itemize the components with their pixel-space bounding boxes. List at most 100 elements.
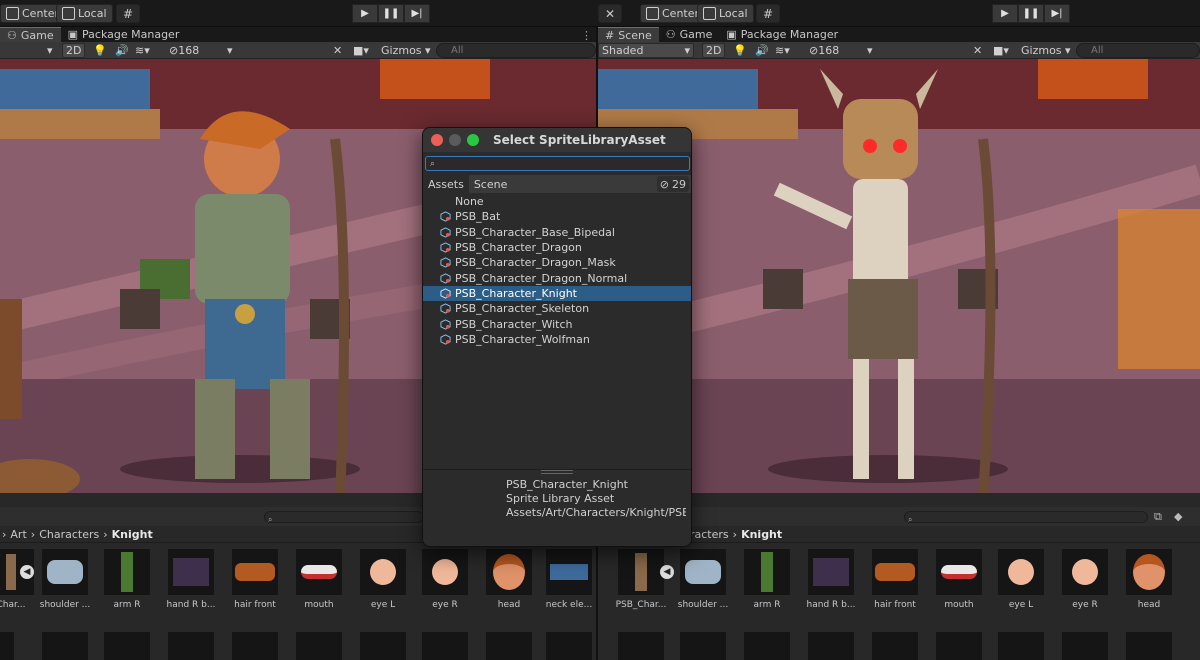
asset-tile[interactable]: arm R <box>738 549 796 610</box>
asset-tile[interactable]: mouth <box>290 549 348 610</box>
project-search-input-right[interactable]: ⌕ <box>904 511 1148 524</box>
collapse-arrow-icon[interactable]: ◀ <box>660 565 674 579</box>
list-item[interactable]: PSB_Character_Skeleton <box>423 301 691 316</box>
scene-search-input[interactable]: All <box>436 43 596 58</box>
lighting-icon[interactable]: 💡 <box>730 43 750 58</box>
grid-snap-icon-right[interactable]: # <box>756 4 780 23</box>
hidden-layers-toggle[interactable]: ⊘ 168 <box>166 43 202 58</box>
asset-thumbnail[interactable] <box>618 632 664 660</box>
project-search-input[interactable]: ⌕ <box>264 511 424 524</box>
asset-tile[interactable]: eye L <box>354 549 412 610</box>
asset-tile[interactable]: hair front <box>226 549 284 610</box>
lighting-icon[interactable]: 💡 <box>90 43 110 58</box>
asset-thumbnail[interactable] <box>998 632 1044 660</box>
asset-tile[interactable]: eye R <box>416 549 474 610</box>
asset-thumbnail[interactable] <box>808 632 854 660</box>
filter-icon[interactable]: ⧉ <box>1154 510 1162 524</box>
gizmos-dropdown[interactable]: Gizmos ▾ <box>378 43 434 58</box>
play-button[interactable]: ▶ <box>352 4 378 23</box>
asset-thumbnail[interactable] <box>936 632 982 660</box>
pause-button[interactable]: ❚❚ <box>378 4 404 23</box>
list-item[interactable]: PSB_Character_Witch <box>423 316 691 331</box>
breadcrumb-characters[interactable]: Characters <box>39 528 99 541</box>
resize-handle[interactable] <box>541 470 573 474</box>
asset-thumbnail[interactable] <box>296 632 342 660</box>
hidden-layers-toggle-right[interactable]: ⊘ 168 <box>806 43 842 58</box>
list-item[interactable]: PSB_Character_Base_Bipedal <box>423 225 691 240</box>
tab-package-manager[interactable]: ▣ Package Manager <box>61 27 187 42</box>
asset-tile[interactable]: hand R b... <box>162 549 220 610</box>
asset-thumbnail[interactable] <box>0 632 14 660</box>
pause-button-right[interactable]: ❚❚ <box>1018 4 1044 23</box>
grid-snap-icon[interactable]: # <box>116 4 140 23</box>
tools-icon[interactable]: ✕ <box>598 4 622 23</box>
asset-thumbnail[interactable] <box>232 632 278 660</box>
list-item[interactable]: PSB_Character_Dragon_Normal <box>423 270 691 285</box>
layers-dropdown[interactable]: ▾ <box>224 43 236 58</box>
tab-game[interactable]: ⚇ Game <box>0 27 61 42</box>
asset-thumbnail[interactable] <box>486 632 532 660</box>
list-item[interactable]: PSB_Bat <box>423 209 691 224</box>
list-item-selected[interactable]: PSB_Character_Knight <box>423 285 691 302</box>
asset-tile[interactable]: eye R <box>1056 549 1114 610</box>
2d-toggle[interactable]: 2D <box>62 43 86 58</box>
asset-tile[interactable]: hand R b... <box>802 549 860 610</box>
asset-thumbnail[interactable] <box>42 632 88 660</box>
asset-tile[interactable]: shoulder ... <box>36 549 94 610</box>
step-button-right[interactable]: ▶| <box>1044 4 1070 23</box>
asset-thumbnail[interactable] <box>546 632 592 660</box>
breadcrumb-art[interactable]: Art <box>10 528 26 541</box>
dropdown-arrow-icon[interactable]: ▾ <box>44 43 56 58</box>
asset-thumbnail[interactable] <box>422 632 468 660</box>
breadcrumb-knight[interactable]: Knight <box>112 528 153 541</box>
asset-tile[interactable]: arm R <box>98 549 156 610</box>
close-window-icon[interactable] <box>431 134 443 146</box>
asset-thumbnail[interactable] <box>360 632 406 660</box>
asset-thumbnail[interactable] <box>168 632 214 660</box>
hidden-count-toggle[interactable]: ⊘ 29 <box>656 176 689 192</box>
effects-icon[interactable]: ≋▾ <box>772 43 793 58</box>
tab-package-manager-right[interactable]: ▣ Package Manager <box>719 27 845 42</box>
tools-icon[interactable]: ✕ <box>970 43 985 58</box>
list-item-none[interactable]: None <box>423 194 691 209</box>
2d-toggle-right[interactable]: 2D <box>702 43 726 58</box>
minimize-window-icon[interactable] <box>449 134 461 146</box>
asset-tile[interactable]: hair front <box>866 549 924 610</box>
asset-tile[interactable]: shoulder ... <box>674 549 732 610</box>
audio-icon[interactable]: 🔊 <box>112 43 132 58</box>
asset-thumbnail[interactable] <box>744 632 790 660</box>
tab-assets[interactable]: Assets <box>423 175 469 193</box>
scene-search-input-right[interactable]: All <box>1076 43 1200 58</box>
asset-tile[interactable]: neck ele... <box>540 549 598 610</box>
gizmos-dropdown-right[interactable]: Gizmos ▾ <box>1018 43 1074 58</box>
pivot-local-button[interactable]: Local <box>56 4 113 23</box>
camera-icon[interactable]: ■▾ <box>350 43 372 58</box>
play-button-right[interactable]: ▶ <box>992 4 1018 23</box>
asset-thumbnail[interactable] <box>872 632 918 660</box>
tools-icon[interactable]: ✕ <box>330 43 345 58</box>
layers-dropdown-right[interactable]: ▾ <box>864 43 876 58</box>
asset-tile[interactable]: mouth <box>930 549 988 610</box>
more-menu-icon[interactable]: ⋮ <box>581 29 596 42</box>
asset-tile[interactable]: PSB_Char... <box>612 549 670 610</box>
collapse-arrow-icon[interactable]: ◀ <box>20 565 34 579</box>
tab-scene[interactable]: # Scene <box>598 27 659 42</box>
pivot-local-button-right[interactable]: Local <box>697 4 754 23</box>
list-item[interactable]: PSB_Character_Wolfman <box>423 332 691 347</box>
tab-scene[interactable]: Scene <box>469 175 513 193</box>
pivot-center-button-right[interactable]: Center <box>640 4 706 23</box>
label-icon[interactable]: ◆ <box>1174 510 1182 523</box>
asset-tile[interactable]: eye L <box>992 549 1050 610</box>
shading-mode-dropdown[interactable]: Shaded ▾ <box>598 43 694 58</box>
asset-thumbnail[interactable] <box>104 632 150 660</box>
asset-tile[interactable]: Char... <box>0 549 40 610</box>
tab-game-right[interactable]: ⚇ Game <box>659 27 720 42</box>
zoom-window-icon[interactable] <box>467 134 479 146</box>
asset-search-input[interactable]: ⌕ <box>425 156 690 171</box>
list-item[interactable]: PSB_Character_Dragon_Mask <box>423 255 691 270</box>
asset-thumbnail[interactable] <box>1126 632 1172 660</box>
asset-thumbnail[interactable] <box>680 632 726 660</box>
step-button[interactable]: ▶| <box>404 4 430 23</box>
asset-thumbnail[interactable] <box>1062 632 1108 660</box>
asset-tile[interactable]: head <box>480 549 538 610</box>
